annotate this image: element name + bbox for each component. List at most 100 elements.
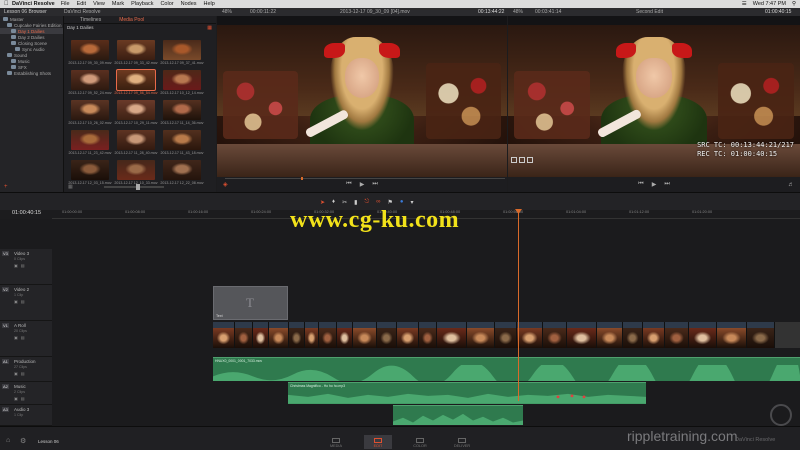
media-list-view-icon[interactable]: ▦ xyxy=(68,184,73,190)
viewer-trim-icons[interactable] xyxy=(511,157,533,163)
video-clip[interactable] xyxy=(305,322,319,348)
video-clip[interactable] xyxy=(567,322,597,348)
video-clip[interactable] xyxy=(665,322,689,348)
thumb-size-slider-handle[interactable] xyxy=(136,184,140,190)
track-name[interactable]: Music xyxy=(14,384,49,389)
video-clip[interactable] xyxy=(495,322,517,348)
track-name[interactable]: A Roll xyxy=(14,323,49,328)
lock-icon[interactable]: ▣ xyxy=(14,396,18,401)
video-clip[interactable] xyxy=(543,322,567,348)
audio-clip-a3[interactable] xyxy=(393,405,523,425)
lock-icon[interactable]: ▣ xyxy=(14,263,18,268)
track-name[interactable]: Audio 3 xyxy=(14,407,49,412)
bin-item[interactable]: Establishing Shots xyxy=(0,70,63,76)
record-volume-icon[interactable]: ♬ xyxy=(788,182,794,188)
source-next-icon[interactable]: ⏭ xyxy=(372,181,377,188)
flag-icon[interactable]: ⚑ xyxy=(387,199,392,206)
video-clip[interactable] xyxy=(289,322,305,348)
track-header[interactable]: A2 Music 2 Clips ▣ ▤ xyxy=(0,382,52,405)
video-clip[interactable] xyxy=(717,322,747,348)
track-id[interactable]: V1 xyxy=(2,323,9,328)
track-id[interactable]: A1 xyxy=(2,359,9,364)
track-id[interactable]: V2 xyxy=(2,287,9,292)
video-clip[interactable] xyxy=(235,322,253,348)
title-clip[interactable]: T Text xyxy=(213,286,288,320)
menu-file[interactable]: File xyxy=(61,1,70,7)
blade-tool-icon[interactable]: ✂ xyxy=(342,199,347,206)
track-name[interactable]: Video 2 xyxy=(14,287,49,292)
media-clip-thumbnail[interactable]: 2013-12-17 09_33_42.mov xyxy=(114,40,158,65)
add-bin-icon[interactable]: + xyxy=(4,184,8,190)
track-header[interactable]: V2 Video 21 Clip ▣ ▤ xyxy=(0,285,52,321)
menu-help[interactable]: Help xyxy=(204,1,215,7)
source-mark-icon[interactable]: ◈ xyxy=(223,181,228,188)
snapping-icon[interactable]: ⎋ xyxy=(364,199,369,206)
track-id[interactable]: V3 xyxy=(2,251,9,256)
spotlight-icon[interactable]: ⚲ xyxy=(792,1,796,7)
media-clip-thumbnail[interactable]: 2013-12-17 11_43_18.mov xyxy=(161,130,203,155)
media-clip-thumbnail[interactable]: 2013-12-17 09_56_54.mov xyxy=(114,69,158,95)
record-play-icon[interactable]: ▶ xyxy=(652,181,657,188)
page-tab-edit[interactable]: EDIT xyxy=(364,435,392,449)
link-icon[interactable]: ∞ xyxy=(376,199,380,206)
video-clip[interactable] xyxy=(253,322,269,348)
apple-icon[interactable]:  xyxy=(4,1,12,7)
toggle-icon[interactable]: ▤ xyxy=(21,335,25,340)
source-viewer[interactable]: ◈ ⏮ ▶ ⏭ xyxy=(217,16,507,192)
record-frame[interactable]: SRC TC: 00:13:44:21/217 REC TC: 01:00:40… xyxy=(508,25,800,177)
video-clip[interactable] xyxy=(517,322,543,348)
toggle-icon[interactable]: ▤ xyxy=(21,396,25,401)
playhead-line[interactable] xyxy=(518,209,519,401)
insert-icon[interactable]: ▮ xyxy=(354,199,357,206)
marker-icon[interactable]: ● xyxy=(400,199,404,206)
menubar-clock[interactable]: Wed 7:47 PM xyxy=(753,1,786,7)
lock-icon[interactable]: ▣ xyxy=(14,299,18,304)
media-clip-thumbnail[interactable]: 2013-12-17 12_03_15.mov xyxy=(68,160,112,185)
menu-nodes[interactable]: Nodes xyxy=(181,1,197,7)
video-clip[interactable] xyxy=(643,322,665,348)
menu-color[interactable]: Color xyxy=(160,1,173,7)
video-clip[interactable] xyxy=(419,322,437,348)
menu-view[interactable]: View xyxy=(93,1,105,7)
track-header[interactable]: V3 Video 30 Clips ▣ ▤ xyxy=(0,249,52,285)
video-clip[interactable] xyxy=(623,322,643,348)
media-clip-thumbnail[interactable]: 2013-12-17 09_52_24.mov xyxy=(68,70,112,95)
video-clip[interactable] xyxy=(747,322,775,348)
source-play-icon[interactable]: ▶ xyxy=(360,181,365,188)
tab-media-pool[interactable]: Media Pool xyxy=(119,17,144,23)
video-clip[interactable] xyxy=(397,322,419,348)
menu-edit[interactable]: Edit xyxy=(77,1,86,7)
settings-icon[interactable]: ⚙ xyxy=(20,437,26,445)
toggle-icon[interactable]: ▤ xyxy=(21,371,25,376)
tab-timelines[interactable]: Timelines xyxy=(80,17,101,23)
media-clip-thumbnail[interactable]: 2013-12-17 11_23_42.mov xyxy=(69,130,111,155)
video-clip[interactable] xyxy=(269,322,289,348)
video-clip[interactable] xyxy=(353,322,377,348)
media-clip-thumbnail[interactable]: 2013-12-17 10_26_02.mov xyxy=(68,100,112,125)
page-tab-deliver[interactable]: DELIVER xyxy=(448,435,476,449)
menu-mark[interactable]: Mark xyxy=(112,1,124,7)
media-clip-thumbnail[interactable]: 2013-12-17 11_14_36.mov xyxy=(161,100,203,125)
record-viewer[interactable]: SRC TC: 00:13:44:21/217 REC TC: 01:00:40… xyxy=(508,16,800,192)
source-prev-icon[interactable]: ⏮ xyxy=(346,181,351,188)
source-scrub-head[interactable] xyxy=(301,177,303,180)
menu-app-name[interactable]: DaVinci Resolve xyxy=(12,1,55,7)
lock-icon[interactable]: ▣ xyxy=(14,371,18,376)
home-icon[interactable]: ⌂ xyxy=(6,437,10,444)
video-clip[interactable] xyxy=(337,322,353,348)
track-name[interactable]: Video 3 xyxy=(14,251,49,256)
track-id[interactable]: A3 xyxy=(2,407,9,412)
menu-playback[interactable]: Playback xyxy=(131,1,153,7)
video-clip[interactable] xyxy=(597,322,623,348)
lock-icon[interactable]: ▣ xyxy=(14,335,18,340)
track-header[interactable]: A3 Audio 31 Clip xyxy=(0,405,52,426)
page-tab-media[interactable]: MEDIA xyxy=(322,435,350,449)
media-clip-thumbnail[interactable]: 2013-12-17 09_37_41.mov xyxy=(160,40,204,65)
video-clip[interactable] xyxy=(213,322,235,348)
audio-clip-music[interactable]: Christmas Magnifico - Ho ho ho.mp3 xyxy=(288,382,646,404)
trim-tool-icon[interactable]: ♦ xyxy=(332,199,335,206)
track-id[interactable]: A2 xyxy=(2,384,9,389)
media-clip-thumbnail[interactable]: 2013-12-17 10_12_14.mov xyxy=(160,70,204,95)
video-clip-strip[interactable] xyxy=(213,322,800,348)
selection-tool-icon[interactable]: ➤ xyxy=(320,199,325,206)
